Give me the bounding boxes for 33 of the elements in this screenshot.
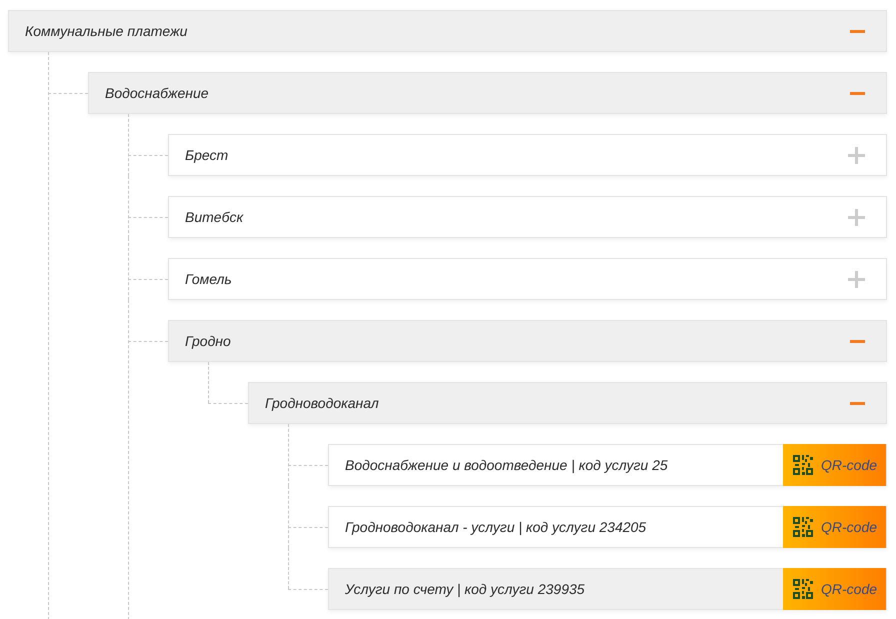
service-label: Гродноводоканал - услуги | код услуги 234205	[344, 518, 648, 538]
collapse-icon[interactable]	[850, 402, 865, 404]
category-row[interactable]: Коммунальные платежи	[8, 10, 887, 52]
category-row[interactable]: Водоснабжение	[88, 72, 887, 114]
category-label: Коммунальные платежи	[25, 22, 188, 41]
collapse-icon[interactable]	[850, 30, 865, 32]
category-label: Витебск	[185, 208, 244, 226]
category-row[interactable]: Витебск	[168, 196, 887, 238]
service-label: Водоснабжение и водоотведение | код услуги 25	[344, 456, 669, 476]
expand-icon[interactable]	[848, 146, 865, 164]
qr-code-icon	[793, 517, 813, 537]
category-row[interactable]: Гродноводоканал	[248, 382, 887, 424]
category-label: Гродно	[185, 332, 231, 351]
category-row[interactable]: Гродно	[168, 320, 887, 362]
expand-icon[interactable]	[848, 208, 865, 226]
qr-code-button[interactable]: QR-code	[783, 506, 886, 548]
category-label: Водоснабжение	[105, 84, 209, 102]
qr-code-icon	[793, 455, 813, 475]
qr-code-button[interactable]: QR-code	[783, 444, 886, 486]
service-label: Услуги по счету | код услуги 239935	[344, 580, 586, 600]
category-row[interactable]: Брест	[168, 134, 887, 176]
qr-code-button[interactable]: QR-code	[783, 568, 886, 610]
service-row[interactable]: Услуги по счету | код услуги 239935 QR-code	[328, 568, 887, 610]
category-label: Гродноводоканал	[265, 394, 379, 413]
service-row[interactable]: Гродноводоканал - услуги | код услуги 234205 QR-code	[328, 506, 887, 548]
collapse-icon[interactable]	[850, 92, 865, 94]
category-label: Брест	[185, 146, 228, 165]
category-label: Гомель	[185, 270, 232, 288]
collapse-icon[interactable]	[850, 340, 865, 342]
qr-code-icon	[793, 579, 813, 599]
category-row[interactable]: Гомель	[168, 258, 887, 300]
service-row[interactable]: Водоснабжение и водоотведение | код услуги 25 QR-code	[328, 444, 887, 486]
expand-icon[interactable]	[848, 270, 865, 288]
